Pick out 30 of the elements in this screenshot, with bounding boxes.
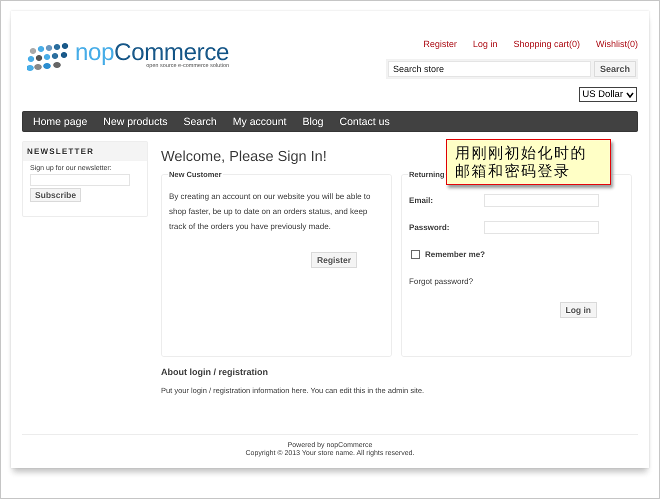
nav-item[interactable]: My account	[232, 116, 294, 128]
caret-icon	[626, 92, 634, 98]
new-customer-text: By creating an account on our website you will be able to shop faster, be up to date on an orders status, and keep track of the orders you have previously made.	[169, 191, 372, 233]
register-button[interactable]: Register	[310, 252, 357, 268]
email-label: Email:	[409, 196, 434, 204]
password-label: Password:	[409, 222, 450, 232]
header-link[interactable]: Log in	[472, 39, 498, 49]
nav-item[interactable]: Search	[184, 116, 225, 128]
subscribe-button[interactable]: Subscribe	[30, 188, 82, 202]
currency-select[interactable]: US Dollar	[579, 87, 637, 102]
header-link[interactable]: Shopping cart(0)	[513, 39, 580, 49]
email-field[interactable]	[484, 194, 599, 206]
header-link[interactable]: Register	[423, 39, 457, 49]
about-title: About login / registration	[161, 367, 269, 377]
forgot-password-link[interactable]: Forgot password?	[409, 276, 474, 286]
newsletter-title: NEWSLETTER	[23, 142, 147, 161]
remember-label: Remember me?	[425, 250, 486, 258]
nav-item[interactable]: Blog	[302, 116, 332, 128]
nav-item[interactable]: New products	[103, 116, 176, 128]
header-link[interactable]: Wishlist(0)	[596, 39, 638, 49]
page-title: Welcome, Please Sign In!	[161, 149, 327, 165]
remember-checkbox[interactable]	[411, 250, 420, 258]
nav-item[interactable]: Home page	[33, 116, 96, 128]
callout-note: 用刚刚初始化时的邮箱和密码登录	[446, 139, 611, 185]
newsletter-email-field[interactable]	[30, 174, 130, 186]
search-button[interactable]: Search	[594, 61, 636, 77]
password-field[interactable]	[484, 220, 599, 234]
nav-item[interactable]: Contact us	[340, 116, 398, 128]
login-button[interactable]: Log in	[560, 302, 597, 318]
search-field[interactable]: Search store	[388, 61, 591, 77]
